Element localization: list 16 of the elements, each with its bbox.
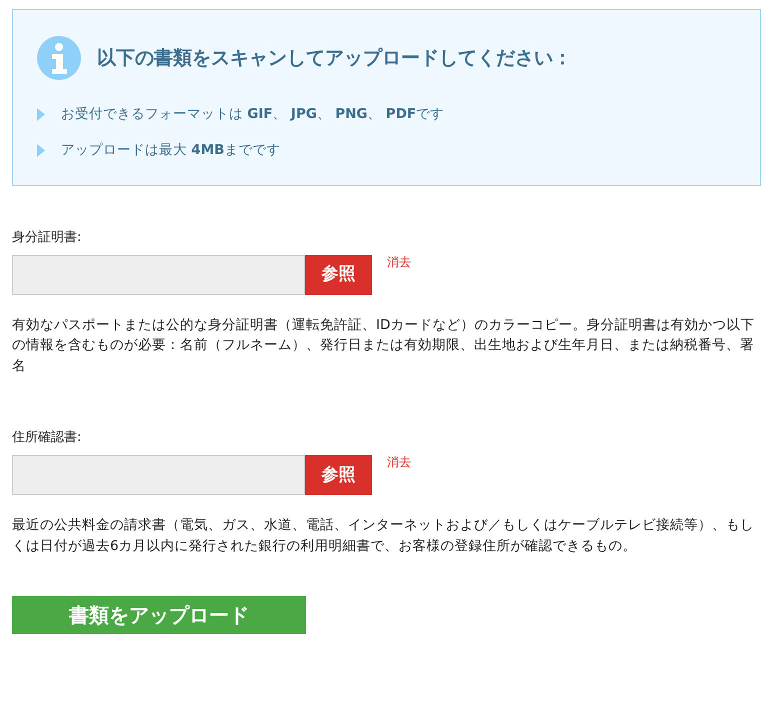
bullet-icon — [37, 108, 45, 121]
field-label: 身分証明書: — [12, 228, 82, 246]
info-icon — [37, 36, 81, 80]
notice-title: 以下の書類をスキャンしてアップロードしてください： — [97, 46, 572, 70]
field-label: 住所確認書: — [12, 428, 82, 447]
upload-button[interactable]: 書類をアップロード — [12, 596, 306, 634]
notice-item: お受付できるフォーマットは GIF、 JPG、 PNG、 PDFです — [61, 105, 444, 124]
clear-link[interactable]: 消去 — [387, 453, 411, 472]
clear-link[interactable]: 消去 — [387, 253, 411, 271]
field-description: 有効なパスポートまたは公的な身分証明書（運転免許証、IDカードなど）のカラーコピー。身分証明書は有効かつ以下の情報を含むものが必要：名前（フルネーム）、発行日または有効期限、出生地および生年月日、または納税番号、署名 — [12, 316, 756, 376]
browse-button[interactable]: 参照 — [305, 455, 372, 496]
bullet-icon — [37, 144, 45, 157]
field-description: 最近の公共料金の請求書（電気、ガス、水道、電話、インターネットおよび／もしくはケーブルテレビ接続等）、もしくは日付が過去6カ月以内に発行された銀行の利用明細書で、お客様の登録住所が確認できるもの。 — [12, 516, 755, 556]
browse-button[interactable]: 参照 — [305, 255, 372, 295]
file-field[interactable] — [12, 455, 305, 496]
file-field[interactable] — [12, 255, 305, 295]
